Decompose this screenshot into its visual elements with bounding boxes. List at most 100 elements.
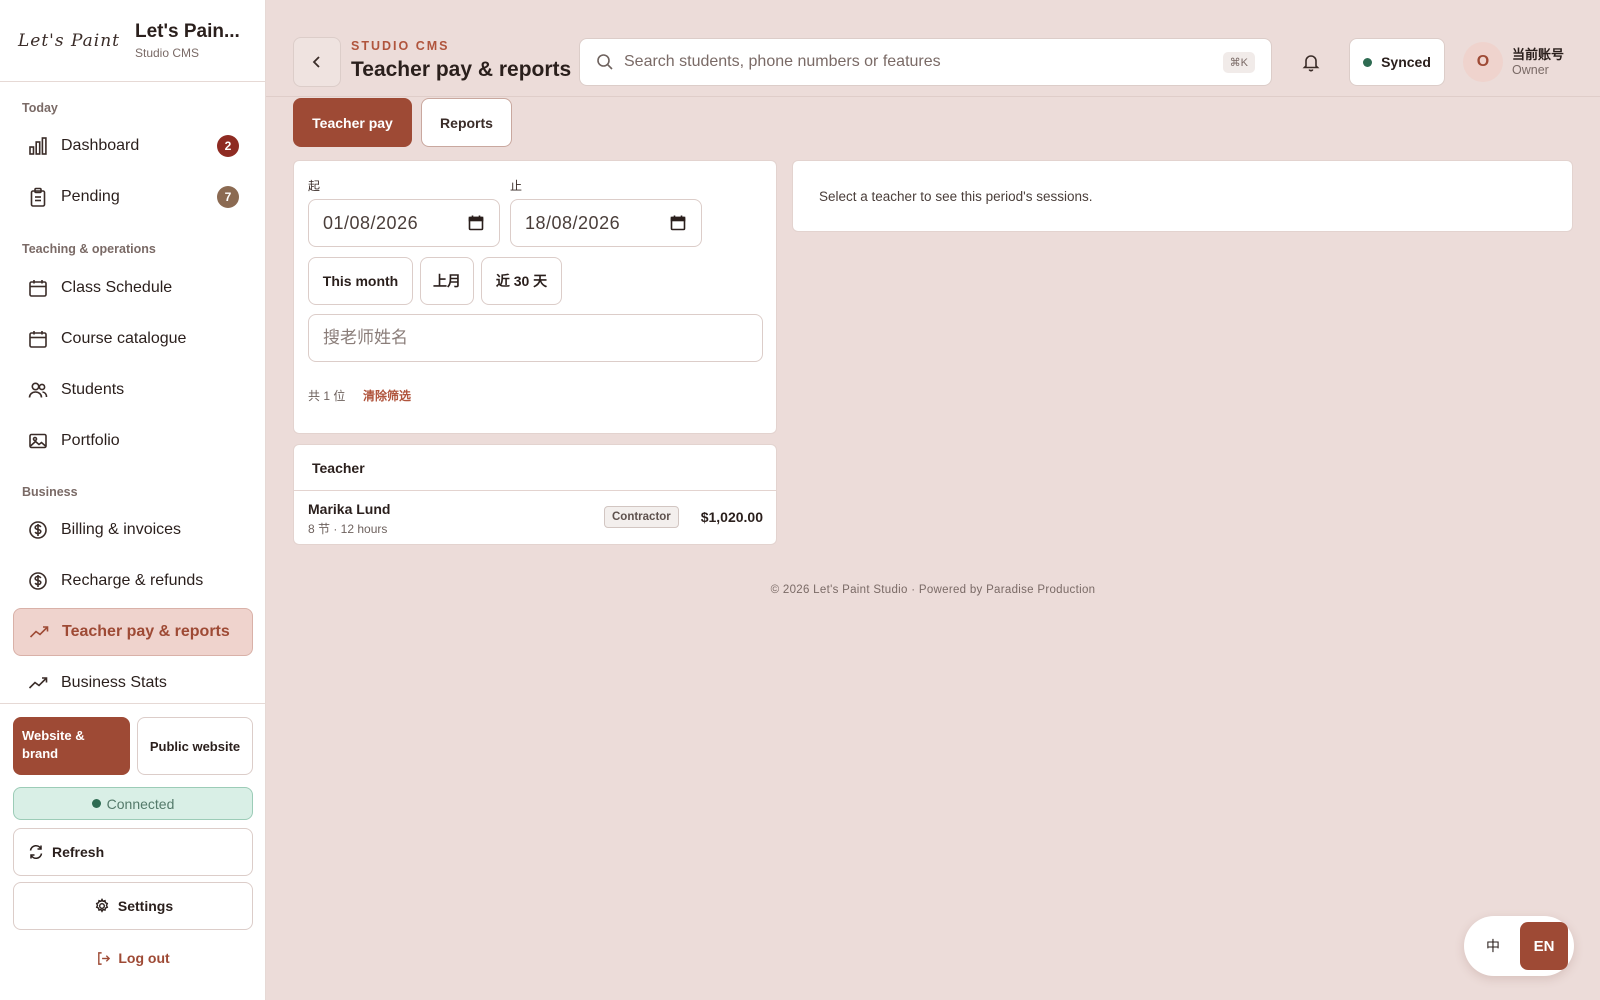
sidebar-divider <box>0 703 266 704</box>
trend-line-icon <box>27 672 49 694</box>
trend-line-icon <box>28 621 50 643</box>
settings-button[interactable]: Settings <box>13 882 253 930</box>
section-today: Today <box>22 101 58 115</box>
from-date-value: 01/08/2026 <box>323 212 419 233</box>
bar-chart-icon <box>27 135 49 157</box>
clipboard-icon <box>27 186 49 208</box>
sidebar-item-label: Dashboard <box>61 137 140 154</box>
sidebar-item-label: Pending <box>61 188 120 205</box>
status-dot <box>1363 57 1373 67</box>
filter-panel: 起 止 01/08/2026 18/08/2026 This month 上月 … <box>293 160 777 434</box>
footer: © 2026 Let's Paint Studio · Powered by P… <box>770 584 1096 596</box>
gear-icon <box>93 897 111 915</box>
calendar-icon[interactable] <box>669 214 687 232</box>
connection-status: Connected <box>13 787 253 820</box>
sidebar-item-business-stats[interactable]: Business Stats <box>13 659 253 707</box>
tab-reports[interactable]: Reports <box>421 98 512 147</box>
calendar-icon <box>27 328 49 350</box>
result-count: 共 1 位 <box>308 389 346 403</box>
logout-icon <box>96 951 111 966</box>
brand[interactable]: Let's Paint Let's Pain... Studio CMS <box>0 0 265 82</box>
sidebar-item-recharge-refunds[interactable]: Recharge & refunds <box>13 557 253 605</box>
users-icon <box>27 379 49 401</box>
sidebar-item-label: Portfolio <box>61 432 120 449</box>
logout-label: Log out <box>118 950 170 966</box>
refresh-label: Refresh <box>52 844 105 860</box>
teacher-name: Marika Lund <box>308 501 391 517</box>
image-icon <box>27 430 49 452</box>
tab-teacher-pay[interactable]: Teacher pay <box>293 98 412 147</box>
sidebar-item-portfolio[interactable]: Portfolio <box>13 417 253 465</box>
employment-type-badge: Contractor <box>604 506 679 528</box>
page-title: Teacher pay & reports <box>351 58 572 81</box>
language-option-en[interactable]: EN <box>1520 922 1568 970</box>
range-this-month-button[interactable]: This month <box>308 257 413 305</box>
sidebar-item-label: Recharge & refunds <box>61 572 204 589</box>
sidebar: Let's Paint Let's Pain... Studio CMS Tod… <box>0 0 266 1000</box>
refresh-icon <box>27 843 45 861</box>
sidebar-item-dashboard[interactable]: Dashboard 2 <box>13 122 253 170</box>
brand-name: Let's Pain... <box>135 21 240 42</box>
public-website-button[interactable]: Public website <box>137 717 253 775</box>
sidebar-item-students[interactable]: Students <box>13 366 253 414</box>
connection-status-label: Connected <box>106 795 175 812</box>
from-date-label: 起 <box>308 179 321 193</box>
teacher-table: Teacher Marika Lund 8 节 · 12 hours Contr… <box>293 444 777 545</box>
brand-logo: Let's Paint <box>18 30 121 51</box>
avatar[interactable]: O <box>1463 42 1503 82</box>
website-brand-button[interactable]: Website & brand <box>13 717 130 775</box>
brand-subtitle: Studio CMS <box>135 46 200 60</box>
back-button[interactable] <box>293 37 341 87</box>
search-input[interactable] <box>624 53 1223 71</box>
account-role: Owner <box>1512 63 1549 77</box>
chevron-left-icon <box>310 55 324 69</box>
section-teaching-operations: Teaching & operations <box>22 242 156 256</box>
top-bar: STUDIO CMS Teacher pay & reports ⌘K Sync… <box>266 0 1600 97</box>
sidebar-item-label: Billing & invoices <box>61 521 182 538</box>
sync-status-button[interactable]: Synced <box>1349 38 1445 86</box>
account-name[interactable]: 当前账号 <box>1512 44 1564 63</box>
sidebar-item-label: Students <box>61 381 125 398</box>
sessions-panel: Select a teacher to see this period's se… <box>792 160 1573 232</box>
teacher-sessions-hours: 8 节 · 12 hours <box>308 522 388 536</box>
notifications-button[interactable] <box>1297 48 1325 76</box>
language-switcher: 中 EN <box>1464 916 1574 976</box>
to-date-label: 止 <box>510 179 523 193</box>
range-last-30-days-button[interactable]: 近 30 天 <box>481 257 562 305</box>
sidebar-item-teacher-pay-reports[interactable]: Teacher pay & reports <box>13 608 253 656</box>
from-date-field[interactable]: 01/08/2026 <box>308 199 500 247</box>
empty-state-message: Select a teacher to see this period's se… <box>819 189 1093 204</box>
global-search[interactable]: ⌘K <box>579 38 1272 86</box>
dollar-circle-icon <box>27 519 49 541</box>
section-business: Business <box>22 485 78 499</box>
logout-button[interactable]: Log out <box>0 950 266 966</box>
sidebar-item-course-catalogue[interactable]: Course catalogue <box>13 315 253 363</box>
refresh-button[interactable]: Refresh <box>13 828 253 876</box>
range-last-month-button[interactable]: 上月 <box>420 257 474 305</box>
sidebar-item-label: Teacher pay & reports <box>62 623 230 640</box>
settings-label: Settings <box>117 898 174 914</box>
search-shortcut-hint: ⌘K <box>1222 51 1255 73</box>
sync-status-label: Synced <box>1381 54 1431 70</box>
table-row[interactable]: Marika Lund 8 节 · 12 hours Contractor $1… <box>294 491 776 545</box>
clear-filters-link[interactable]: 清除筛选 <box>363 387 411 404</box>
sidebar-item-class-schedule[interactable]: Class Schedule <box>13 264 253 312</box>
sidebar-item-pending[interactable]: Pending 7 <box>13 173 253 221</box>
dashboard-count-badge: 2 <box>217 135 239 157</box>
bell-icon <box>1301 52 1321 72</box>
teacher-search-input[interactable] <box>323 328 748 348</box>
page-kicker: STUDIO CMS <box>351 39 450 53</box>
teacher-column-header: Teacher <box>312 460 365 476</box>
search-icon <box>596 53 614 71</box>
teacher-search-field[interactable] <box>308 314 763 362</box>
calendar-icon <box>27 277 49 299</box>
to-date-field[interactable]: 18/08/2026 <box>510 199 702 247</box>
language-option-zh[interactable]: 中 <box>1478 930 1508 962</box>
sidebar-item-label: Business Stats <box>61 674 167 691</box>
sidebar-item-label: Class Schedule <box>61 279 173 296</box>
sidebar-item-billing-invoices[interactable]: Billing & invoices <box>13 506 253 554</box>
calendar-icon[interactable] <box>467 214 485 232</box>
dollar-circle-icon <box>27 570 49 592</box>
status-dot <box>91 799 101 808</box>
teacher-pay-amount: $1,020.00 <box>700 509 763 525</box>
